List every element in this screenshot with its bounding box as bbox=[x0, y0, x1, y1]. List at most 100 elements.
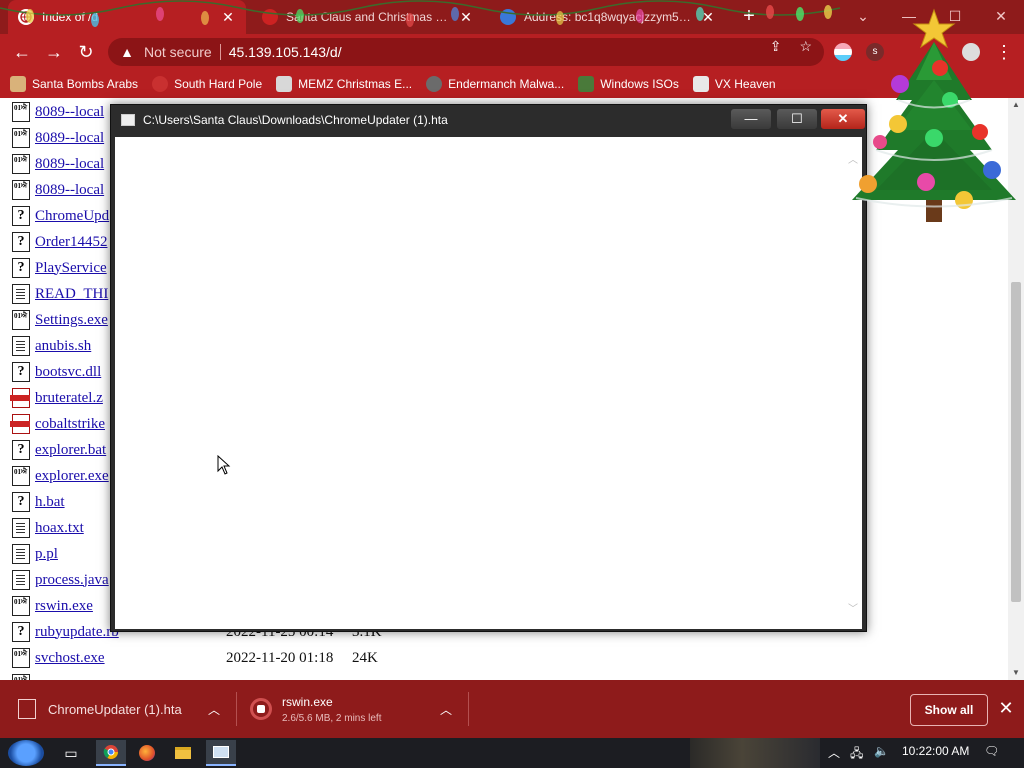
list-item: ? PlayService bbox=[12, 257, 107, 279]
file-explorer-icon[interactable] bbox=[168, 740, 198, 766]
chevron-up-icon[interactable]: ︿ bbox=[828, 744, 840, 761]
address-bar[interactable]: ▲ Not secure 45.139.105.143/d/ bbox=[108, 38, 824, 66]
binary-file-icon bbox=[12, 310, 30, 330]
file-link[interactable]: process.java bbox=[35, 572, 109, 589]
start-button[interactable] bbox=[8, 740, 44, 766]
divider bbox=[468, 692, 469, 726]
archive-file-icon bbox=[10, 388, 30, 408]
download-status: 2.6/5.6 MB, 2 mins left bbox=[282, 712, 382, 724]
hta-maximize-button[interactable]: ☐ bbox=[777, 109, 817, 129]
vx-heaven-icon bbox=[692, 76, 709, 92]
text-file-icon bbox=[12, 284, 30, 304]
file-link[interactable]: h.bat bbox=[35, 494, 65, 511]
list-item: 8089--local bbox=[12, 179, 104, 201]
tab-label: Santa Claus and Christmas at the bbox=[286, 10, 450, 24]
not-secure-label[interactable]: Not secure bbox=[144, 44, 212, 60]
tab-close-icon[interactable]: ✕ bbox=[458, 9, 474, 26]
list-item: explorer.exe bbox=[12, 465, 109, 487]
downloads-bar: ChromeUpdater (1).hta ︿ rswin.exe 2.6/5.… bbox=[0, 680, 1024, 738]
file-link[interactable]: 8089--local bbox=[35, 130, 104, 147]
tab-address[interactable]: Address: bc1q8wqyacjzzym57d... ✕ bbox=[490, 0, 726, 34]
bookmark-star-icon[interactable]: ☆ bbox=[799, 38, 812, 55]
bookmark-item[interactable]: Endermanch Malwa... bbox=[426, 76, 564, 92]
download-item[interactable]: ChromeUpdater (1).hta ︿ bbox=[18, 680, 238, 738]
file-link[interactable]: PlayService bbox=[35, 260, 107, 277]
bookmark-item[interactable]: MEMZ Christmas E... bbox=[276, 76, 412, 92]
firefox-icon[interactable] bbox=[132, 740, 162, 766]
tab-santa-claus[interactable]: Santa Claus and Christmas at the ✕ bbox=[252, 0, 484, 34]
file-link[interactable]: rswin.exe bbox=[35, 598, 93, 615]
binary-file-icon bbox=[12, 648, 30, 668]
warning-triangle-icon[interactable]: ▲ bbox=[118, 43, 136, 61]
file-link[interactable]: anubis.sh bbox=[35, 338, 91, 355]
list-item: ? explorer.bat bbox=[12, 439, 106, 461]
url-text[interactable]: 45.139.105.143/d/ bbox=[229, 44, 342, 60]
file-link[interactable]: hoax.txt bbox=[35, 520, 84, 537]
notification-icon[interactable]: 🗨 bbox=[984, 744, 999, 758]
file-link[interactable]: rubyupdate.rb bbox=[35, 624, 119, 641]
tab-close-icon[interactable]: ✕ bbox=[220, 9, 236, 26]
file-link[interactable]: Settings.exe bbox=[35, 312, 108, 329]
scrollbar-thumb[interactable] bbox=[1011, 282, 1021, 602]
close-icon[interactable]: ✕ bbox=[996, 698, 1016, 719]
scroll-down-arrow-icon[interactable]: ▼ bbox=[1008, 666, 1024, 680]
text-file-icon bbox=[12, 544, 30, 564]
scroll-down-chevron-icon[interactable]: ﹀ bbox=[848, 600, 858, 615]
volume-icon[interactable]: 🔈 bbox=[874, 744, 889, 758]
list-item: READ_THI bbox=[12, 283, 108, 305]
archive-file-icon bbox=[10, 414, 30, 434]
download-item-in-progress[interactable]: rswin.exe 2.6/5.6 MB, 2 mins left ︿ bbox=[250, 680, 468, 738]
network-icon[interactable]: 🖧 bbox=[850, 744, 863, 765]
list-item: 8089--local bbox=[12, 127, 104, 149]
file-link[interactable]: READ_THI bbox=[35, 286, 108, 303]
chrome-icon[interactable] bbox=[96, 740, 126, 766]
hta-content-area[interactable]: ︿ ﹀ bbox=[115, 137, 862, 629]
endermanch-icon bbox=[426, 76, 443, 92]
hta-minimize-button[interactable]: — bbox=[731, 109, 771, 129]
file-link[interactable]: bruteratel.z bbox=[35, 390, 103, 407]
reload-icon[interactable]: ↻ bbox=[74, 40, 98, 64]
file-link[interactable]: 8089--local bbox=[35, 156, 104, 173]
file-link[interactable]: ChromeUpd bbox=[35, 208, 109, 225]
download-name: ChromeUpdater (1).hta bbox=[48, 701, 182, 717]
file-link[interactable]: 8089--local bbox=[35, 182, 104, 199]
list-item: p.pl bbox=[12, 543, 58, 565]
file-icon bbox=[18, 699, 36, 719]
tab-index-of-d[interactable]: Index of /d ✕ bbox=[8, 0, 246, 34]
share-icon[interactable]: ⇪ bbox=[770, 38, 782, 55]
new-tab-button[interactable]: + bbox=[738, 5, 760, 27]
file-link[interactable]: Order14452 bbox=[35, 234, 107, 251]
binary-file-icon bbox=[12, 128, 30, 148]
back-arrow-icon[interactable]: ← bbox=[10, 40, 34, 64]
list-item: ? Order14452 bbox=[12, 231, 107, 253]
binary-file-icon bbox=[12, 154, 30, 174]
bookmark-item[interactable]: VX Heaven bbox=[692, 76, 776, 92]
list-item: 8089--local bbox=[12, 101, 104, 123]
bookmark-item[interactable]: South Hard Pole bbox=[152, 76, 262, 92]
file-link[interactable]: explorer.exe bbox=[35, 468, 109, 485]
chevron-up-icon[interactable]: ︿ bbox=[208, 701, 220, 718]
list-item: ? h.bat bbox=[12, 491, 65, 513]
show-all-button[interactable]: Show all bbox=[910, 694, 988, 726]
file-link[interactable]: cobaltstrike bbox=[35, 416, 105, 433]
task-view-icon[interactable]: ▭ bbox=[56, 740, 86, 766]
forward-arrow-icon[interactable]: → bbox=[42, 40, 66, 64]
clock[interactable]: 10:22:00 AM bbox=[902, 744, 969, 758]
divider bbox=[219, 44, 221, 60]
text-file-icon bbox=[12, 518, 30, 538]
bookmark-item[interactable]: Windows ISOs bbox=[578, 76, 679, 92]
tab-close-icon[interactable]: ✕ bbox=[700, 9, 716, 26]
chevron-up-icon[interactable]: ︿ bbox=[440, 701, 452, 718]
unknown-file-icon: ? bbox=[12, 440, 30, 460]
bookmark-item[interactable]: Santa Bombs Arabs bbox=[10, 76, 138, 92]
file-link[interactable]: explorer.bat bbox=[35, 442, 106, 459]
file-link[interactable]: 8089--local bbox=[35, 104, 104, 121]
file-link[interactable]: bootsvc.dll bbox=[35, 364, 101, 381]
christmas-tree-decoration bbox=[852, 8, 1016, 222]
blurred-region bbox=[690, 738, 820, 768]
hta-window: C:\Users\Santa Claus\Downloads\ChromeUpd… bbox=[110, 104, 867, 632]
file-link[interactable]: svchost.exe bbox=[35, 650, 105, 667]
list-item: process.java bbox=[12, 569, 109, 591]
hta-window-taskbar-icon[interactable] bbox=[206, 740, 236, 766]
file-link[interactable]: p.pl bbox=[35, 546, 58, 563]
